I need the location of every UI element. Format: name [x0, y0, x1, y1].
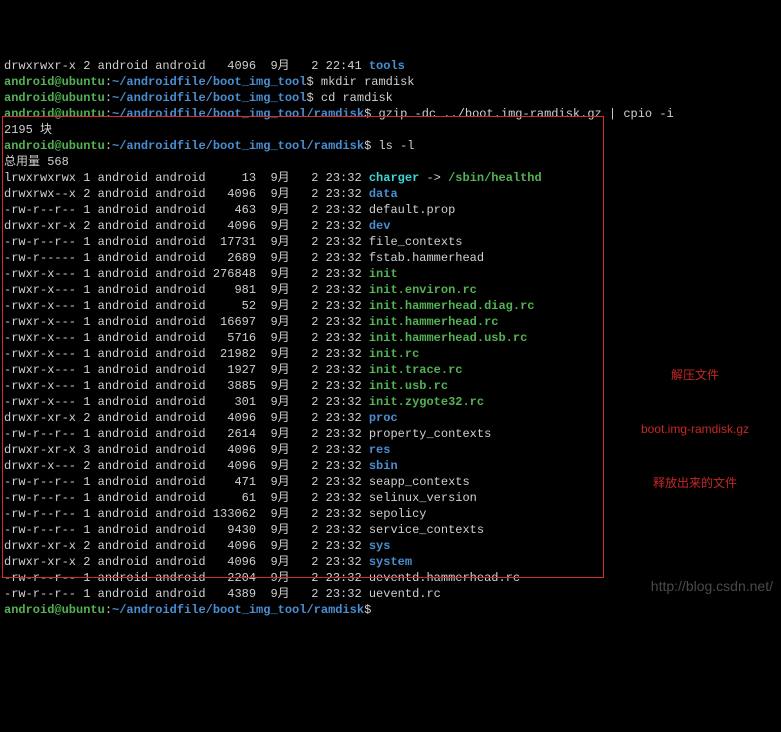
ls-row: -rwxr-x--- 1 android android 52 9月 2 23:… [4, 298, 777, 314]
ls-row: -rw-r--r-- 1 android android 463 9月 2 23… [4, 202, 777, 218]
ls-row: -rw-r--r-- 1 android android 17731 9月 2 … [4, 234, 777, 250]
ls-row: drwxr-xr-x 2 android android 4096 9月 2 2… [4, 554, 777, 570]
prompt-line[interactable]: android@ubuntu:~/androidfile/boot_img_to… [4, 106, 777, 122]
output-line: 总用量 568 [4, 154, 777, 170]
prompt-line[interactable]: android@ubuntu:~/androidfile/boot_img_to… [4, 138, 777, 154]
annot-line1: 解压文件 [620, 366, 770, 384]
prompt-line[interactable]: android@ubuntu:~/androidfile/boot_img_to… [4, 602, 777, 618]
prompt-line[interactable]: android@ubuntu:~/androidfile/boot_img_to… [4, 74, 777, 90]
ls-row: -rwxr-x--- 1 android android 981 9月 2 23… [4, 282, 777, 298]
ls-row: drwxr-xr-x 2 android android 4096 9月 2 2… [4, 218, 777, 234]
annotation-text: 解压文件 boot.img-ramdisk.gz 释放出来的文件 [620, 330, 770, 510]
ls-row: drwxr-xr-x 2 android android 4096 9月 2 2… [4, 538, 777, 554]
ls-row: -rw-r----- 1 android android 2689 9月 2 2… [4, 250, 777, 266]
ls-row: lrwxrwxrwx 1 android android 13 9月 2 23:… [4, 170, 777, 186]
ls-row: drwxrwx--x 2 android android 4096 9月 2 2… [4, 186, 777, 202]
watermark: http://blog.csdn.net/ [651, 578, 773, 594]
prompt-line[interactable]: android@ubuntu:~/androidfile/boot_img_to… [4, 90, 777, 106]
ls-row: -rwxr-x--- 1 android android 276848 9月 2… [4, 266, 777, 282]
output-line: 2195 块 [4, 122, 777, 138]
ls-row: drwxrwxr-x 2 android android 4096 9月 2 2… [4, 58, 777, 74]
annot-line2: boot.img-ramdisk.gz [620, 420, 770, 438]
ls-row: -rw-r--r-- 1 android android 9430 9月 2 2… [4, 522, 777, 538]
annot-line3: 释放出来的文件 [620, 474, 770, 492]
ls-row: -rwxr-x--- 1 android android 16697 9月 2 … [4, 314, 777, 330]
